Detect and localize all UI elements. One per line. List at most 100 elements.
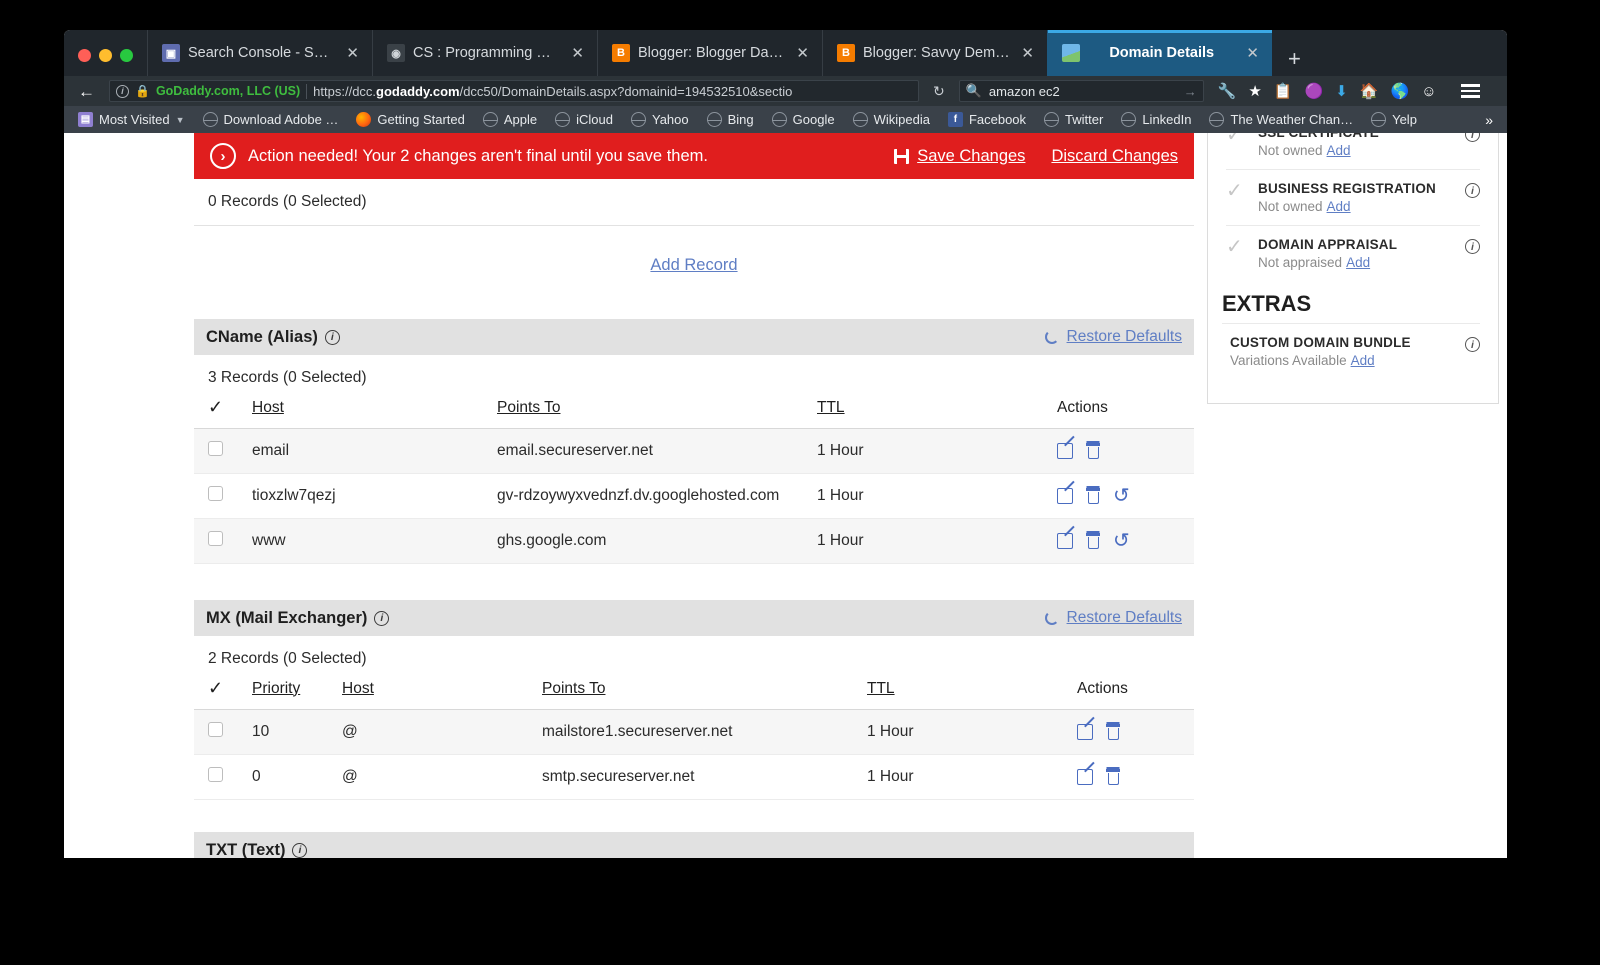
tab-blogger-dashboard[interactable]: B Blogger: Blogger Dashboard ✕: [597, 30, 822, 76]
select-all-checkbox[interactable]: ✓: [194, 668, 252, 710]
info-icon[interactable]: i: [1465, 183, 1480, 198]
bookmark-label: Yelp: [1392, 112, 1417, 127]
column-points-to[interactable]: Points To: [497, 387, 817, 429]
bookmark-bing[interactable]: Bing: [699, 109, 762, 131]
row-checkbox[interactable]: [194, 754, 252, 800]
bookmark-icloud[interactable]: iCloud: [547, 109, 621, 131]
close-icon[interactable]: ✕: [793, 46, 812, 61]
row-checkbox[interactable]: [194, 428, 252, 474]
bookmark-twitter[interactable]: Twitter: [1036, 109, 1111, 131]
info-icon[interactable]: i: [324, 329, 340, 345]
bookmarks-overflow-icon[interactable]: »: [1477, 112, 1501, 128]
edit-icon[interactable]: [1077, 724, 1093, 740]
delete-icon[interactable]: [1086, 488, 1100, 504]
close-window-button[interactable]: [78, 49, 91, 62]
close-icon[interactable]: ✕: [1243, 46, 1262, 61]
undo-icon[interactable]: ↻: [1113, 485, 1130, 507]
reader-list-icon[interactable]: 📋: [1268, 84, 1299, 99]
sidebar-item-ssl-certificate[interactable]: ✓ SSL CERTIFICATE Not ownedAdd i: [1226, 133, 1480, 170]
back-button[interactable]: ←: [72, 83, 101, 100]
bookmark-yelp[interactable]: Yelp: [1363, 109, 1425, 131]
check-icon: ✓: [1226, 133, 1243, 146]
column-ttl[interactable]: TTL: [867, 668, 1077, 710]
minimize-window-button[interactable]: [99, 49, 112, 62]
add-link[interactable]: Add: [1351, 353, 1375, 368]
bookmark-yahoo[interactable]: Yahoo: [623, 109, 697, 131]
new-tab-button[interactable]: +: [1272, 48, 1317, 76]
globe-icon: [202, 112, 218, 127]
url-bar[interactable]: i 🔒 GoDaddy.com, LLC (US) https://dcc.go…: [109, 80, 919, 102]
column-points-to[interactable]: Points To: [542, 668, 867, 710]
home-icon[interactable]: 🏠: [1354, 84, 1385, 99]
reload-button[interactable]: ↻: [927, 83, 951, 100]
add-record-button[interactable]: Add Record: [650, 256, 737, 274]
edit-icon[interactable]: [1057, 443, 1073, 459]
discard-changes-button[interactable]: Discard Changes: [1051, 147, 1178, 166]
star-icon[interactable]: ★: [1242, 84, 1267, 99]
select-all-checkbox[interactable]: ✓: [194, 387, 252, 429]
bookmark-wikipedia[interactable]: Wikipedia: [845, 109, 938, 131]
edit-icon[interactable]: [1057, 533, 1073, 549]
bookmark-linkedin[interactable]: LinkedIn: [1113, 109, 1199, 131]
sidebar-item-business-registration[interactable]: ✓ BUSINESS REGISTRATION Not owned Add i: [1226, 170, 1480, 226]
pocket-icon[interactable]: 🟣: [1299, 84, 1330, 99]
sidebar-item-domain-appraisal[interactable]: ✓ DOMAIN APPRAISAL Not appraised Add i: [1226, 226, 1480, 281]
tab-domain-details[interactable]: Domain Details ✕: [1047, 30, 1272, 76]
info-icon[interactable]: i: [1465, 239, 1480, 254]
tab-label: Search Console - Search A…: [188, 45, 335, 61]
edit-icon[interactable]: [1057, 488, 1073, 504]
bookmark-label: Facebook: [968, 112, 1027, 127]
delete-icon[interactable]: [1086, 533, 1100, 549]
tab-blogger-savvy-demo[interactable]: B Blogger: Savvy Demo - Bas… ✕: [822, 30, 1047, 76]
info-icon[interactable]: i: [1465, 133, 1480, 142]
maximize-window-button[interactable]: [120, 49, 133, 62]
add-link[interactable]: Add: [1346, 255, 1370, 270]
delete-icon[interactable]: [1086, 443, 1100, 459]
row-checkbox[interactable]: [194, 709, 252, 755]
sync-icon[interactable]: 🌎: [1385, 84, 1416, 99]
info-icon[interactable]: i: [374, 610, 390, 626]
info-icon[interactable]: i: [292, 842, 308, 858]
bookmark-facebook[interactable]: f Facebook: [940, 109, 1034, 131]
restore-defaults-button-mx[interactable]: Restore Defaults: [1044, 609, 1182, 627]
download-icon[interactable]: ⬇: [1329, 84, 1354, 99]
sidebar-item-custom-domain-bundle[interactable]: CUSTOM DOMAIN BUNDLE Variations Availabl…: [1226, 324, 1480, 379]
row-checkbox[interactable]: [194, 473, 252, 519]
site-information-icon[interactable]: i: [116, 84, 129, 98]
restore-defaults-button-cname[interactable]: Restore Defaults: [1044, 328, 1182, 346]
close-icon[interactable]: ✕: [568, 46, 587, 61]
delete-icon[interactable]: [1106, 769, 1120, 785]
bookmark-weather-channel[interactable]: The Weather Chan…: [1201, 109, 1361, 131]
hamburger-menu-icon[interactable]: [1451, 84, 1490, 98]
bookmark-most-visited[interactable]: ▤ Most Visited ▼: [70, 109, 193, 131]
close-icon[interactable]: ✕: [1018, 46, 1037, 61]
wrench-icon[interactable]: 🔧: [1212, 84, 1243, 99]
search-go-icon[interactable]: →: [1184, 84, 1197, 99]
column-host[interactable]: Host: [252, 387, 497, 429]
close-icon[interactable]: ✕: [343, 46, 362, 61]
add-link[interactable]: Add: [1327, 199, 1351, 214]
bookmark-getting-started[interactable]: Getting Started: [348, 109, 472, 131]
undo-icon[interactable]: ↻: [1113, 530, 1130, 552]
column-host[interactable]: Host: [342, 668, 542, 710]
bookmark-download-adobe[interactable]: Download Adobe …: [195, 109, 347, 131]
chat-icon[interactable]: ☺: [1415, 84, 1442, 99]
add-link[interactable]: Add: [1327, 143, 1351, 158]
delete-icon[interactable]: [1106, 724, 1120, 740]
row-checkbox[interactable]: [194, 518, 252, 564]
globe-icon: [1121, 112, 1137, 127]
column-ttl[interactable]: TTL: [817, 387, 1057, 429]
tab-cs-programming[interactable]: ◉ CS : Programming PHP, JQ… ✕: [372, 30, 597, 76]
edit-icon[interactable]: [1077, 769, 1093, 785]
search-input[interactable]: 🔍 amazon ec2 →: [958, 80, 1204, 102]
info-icon[interactable]: i: [1465, 337, 1480, 352]
url-domain: godaddy.com: [376, 83, 460, 99]
check-icon: ✓: [1226, 236, 1243, 258]
table-row: 0 @ smtp.secureserver.net 1 Hour: [194, 754, 1194, 800]
tab-label: CS : Programming PHP, JQ…: [413, 45, 560, 61]
bookmark-google[interactable]: Google: [764, 109, 843, 131]
column-priority[interactable]: Priority: [252, 668, 342, 710]
save-changes-button[interactable]: Save Changes: [894, 147, 1025, 166]
bookmark-apple[interactable]: Apple: [475, 109, 545, 131]
tab-search-console[interactable]: ▣ Search Console - Search A… ✕: [147, 30, 372, 76]
